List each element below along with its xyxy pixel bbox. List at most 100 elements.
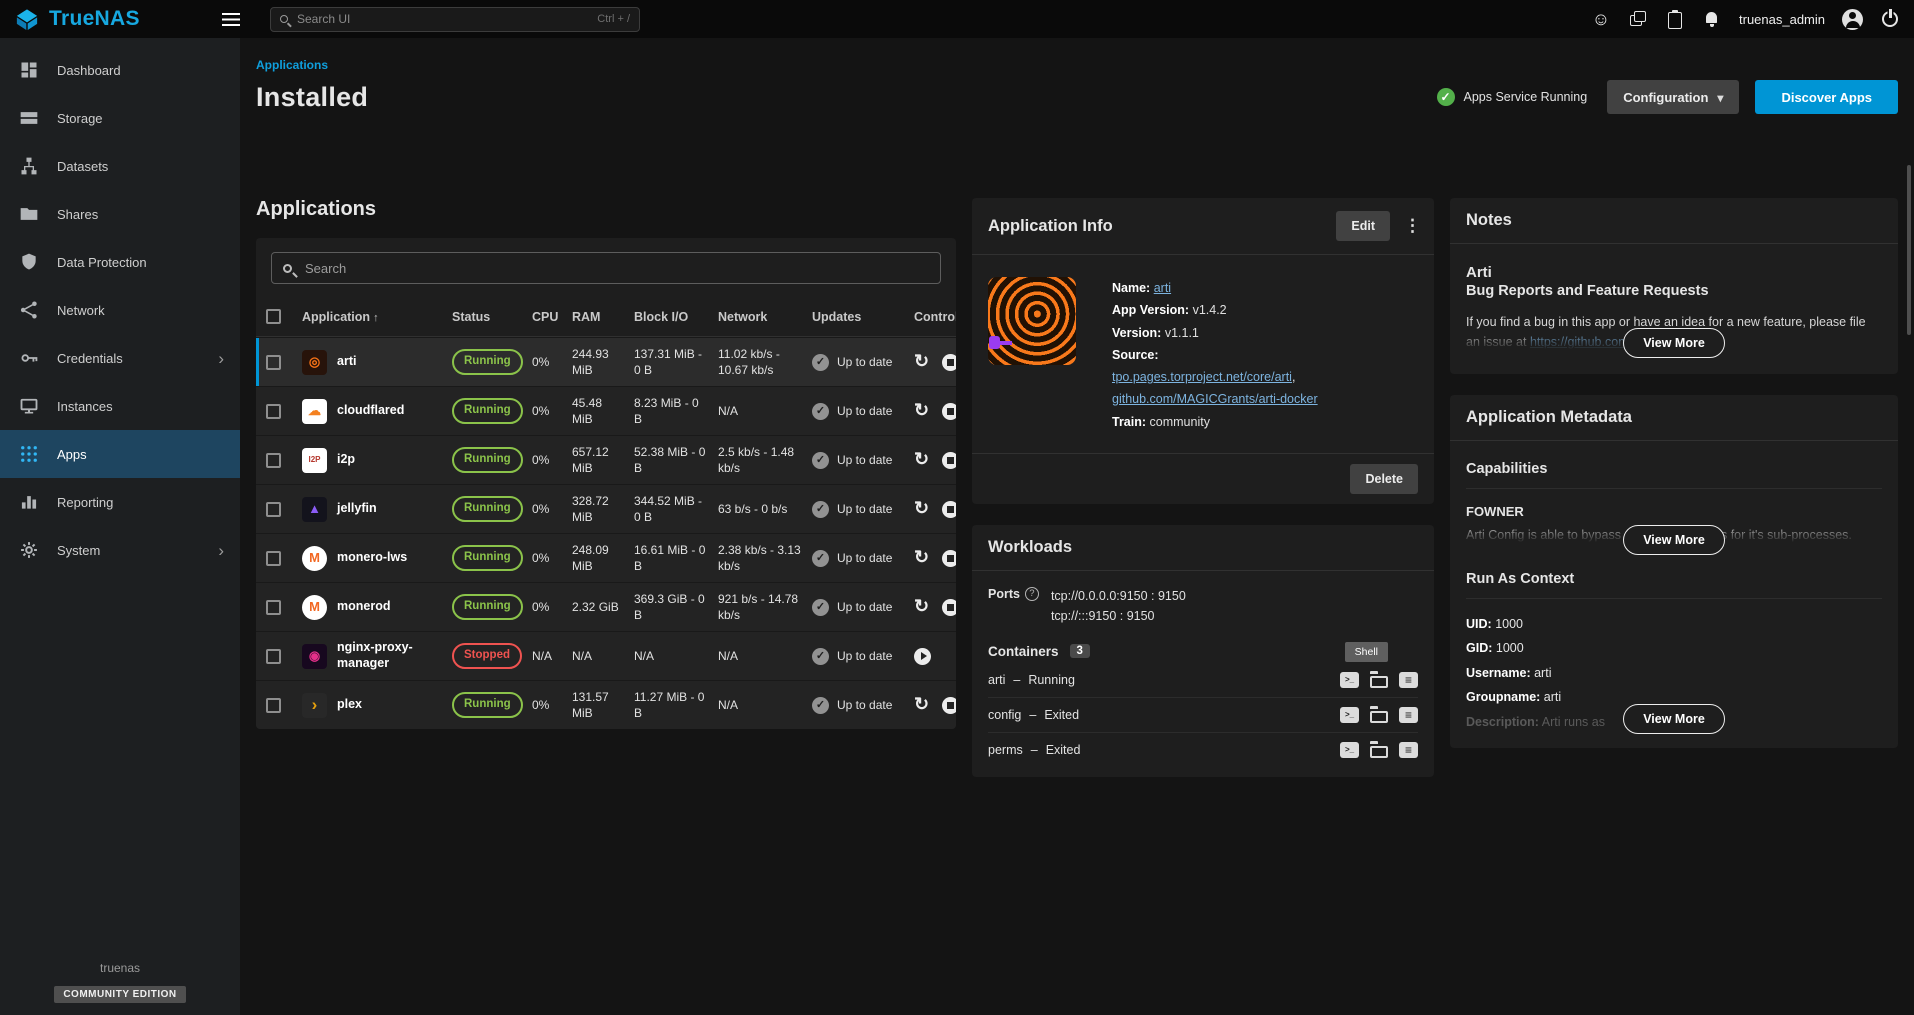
table-row-monero-lws[interactable]: Mmonero-lws Running 0% 248.09 MiB 16.61 …: [256, 533, 956, 582]
row-checkbox[interactable]: [266, 649, 281, 664]
topbar-actions: truenas_admin: [1591, 9, 1900, 30]
table-row-i2p[interactable]: I2Pi2p Running 0% 657.12 MiB 52.38 MiB -…: [256, 435, 956, 484]
stop-app-button[interactable]: [942, 452, 956, 469]
stop-app-button[interactable]: [942, 501, 956, 518]
power-icon[interactable]: [1880, 9, 1900, 29]
app-name-link[interactable]: arti: [1154, 281, 1171, 295]
row-checkbox[interactable]: [266, 404, 281, 419]
ram-value: 131.57 MiB: [572, 689, 634, 721]
feedback-icon[interactable]: [1591, 9, 1611, 29]
global-search-input[interactable]: [295, 11, 590, 27]
port-mapping: tcp://:::9150 : 9150: [1051, 606, 1186, 626]
select-all-checkbox[interactable]: [266, 309, 281, 324]
stop-app-button[interactable]: [942, 697, 956, 714]
block-io-value: 52.38 MiB - 0 B: [634, 444, 718, 476]
sidebar-item-data-protection[interactable]: Data Protection: [0, 238, 240, 286]
global-search[interactable]: Ctrl + /: [270, 7, 640, 32]
row-checkbox[interactable]: [266, 502, 281, 517]
restart-app-button[interactable]: [914, 695, 929, 715]
capabilities-view-more-button[interactable]: View More: [1623, 525, 1725, 555]
container-row-config: config–Exited: [988, 697, 1418, 732]
sidebar-item-datasets[interactable]: Datasets: [0, 142, 240, 190]
row-checkbox[interactable]: [266, 698, 281, 713]
jobs-icon[interactable]: [1665, 9, 1685, 29]
delete-button[interactable]: Delete: [1350, 464, 1418, 494]
table-row-monerod[interactable]: Mmonerod Running 0% 2.32 GiB 369.3 GiB -…: [256, 582, 956, 631]
page-title: Installed: [256, 82, 368, 113]
menu-icon[interactable]: [222, 13, 240, 26]
scrollbar[interactable]: [1907, 165, 1911, 335]
sidebar-item-system[interactable]: System: [0, 526, 240, 574]
sidebar-item-label: Reporting: [57, 495, 113, 510]
username[interactable]: truenas_admin: [1739, 12, 1825, 27]
sidebar-item-shares[interactable]: Shares: [0, 190, 240, 238]
username-field: Username: arti: [1466, 661, 1882, 685]
logs-icon[interactable]: [1399, 742, 1418, 758]
sidebar-item-dashboard[interactable]: Dashboard: [0, 46, 240, 94]
shell-icon[interactable]: [1340, 672, 1359, 688]
restart-app-button[interactable]: [914, 597, 929, 617]
help-icon[interactable]: [1025, 587, 1039, 601]
container-state: Exited: [1046, 743, 1081, 757]
browse-folder-icon[interactable]: [1370, 711, 1388, 723]
sidebar-item-instances[interactable]: Instances: [0, 382, 240, 430]
table-row-arti[interactable]: ◎arti Running 0% 244.93 MiB 137.31 MiB -…: [256, 337, 956, 386]
stop-app-button[interactable]: [942, 354, 956, 371]
table-row-plex[interactable]: ›plex Running 0% 131.57 MiB 11.27 MiB - …: [256, 680, 956, 729]
edit-button[interactable]: Edit: [1336, 211, 1390, 241]
shell-tooltip: Shell: [1345, 642, 1388, 662]
sidebar-item-storage[interactable]: Storage: [0, 94, 240, 142]
app-name: monerod: [337, 599, 390, 615]
jellyfin-logo-icon: ▲: [302, 497, 327, 522]
sidebar-item-apps[interactable]: Apps: [0, 430, 240, 478]
sidebar-item-network[interactable]: Network: [0, 286, 240, 334]
source-link-github[interactable]: github.com/MAGICGrants/arti-docker: [1112, 392, 1318, 406]
discover-apps-button[interactable]: Discover Apps: [1755, 80, 1898, 114]
restart-app-button[interactable]: [914, 548, 929, 568]
run-as-view-more-button[interactable]: View More: [1623, 704, 1725, 734]
updates-label: Up to date: [837, 501, 892, 517]
breadcrumb[interactable]: Applications: [256, 58, 1898, 72]
browse-folder-icon[interactable]: [1370, 746, 1388, 758]
app-version-value: v1.4.2: [1193, 303, 1227, 317]
restart-app-button[interactable]: [914, 401, 929, 421]
restart-app-button[interactable]: [914, 352, 929, 372]
stop-app-button[interactable]: [942, 403, 956, 420]
apps-search-input[interactable]: [303, 260, 929, 277]
start-app-button[interactable]: [914, 648, 931, 665]
truenas-brand[interactable]: TrueNAS: [14, 7, 206, 31]
logs-icon[interactable]: [1399, 707, 1418, 723]
monero-lws-logo-icon: M: [302, 546, 327, 571]
sidebar-item-reporting[interactable]: Reporting: [0, 478, 240, 526]
table-row-cloudflared[interactable]: ☁cloudflared Running 0% 45.48 MiB 8.23 M…: [256, 386, 956, 435]
ram-value: 657.12 MiB: [572, 444, 634, 476]
alerts-bell-icon[interactable]: [1702, 9, 1722, 29]
restart-app-button[interactable]: [914, 450, 929, 470]
column-header-application[interactable]: Application: [302, 310, 452, 324]
stop-app-button[interactable]: [942, 550, 956, 567]
shell-icon[interactable]: [1340, 707, 1359, 723]
row-checkbox[interactable]: [266, 355, 281, 370]
restart-app-button[interactable]: [914, 499, 929, 519]
kebab-menu-icon[interactable]: [1404, 216, 1418, 236]
train-label: Train:: [1112, 415, 1146, 429]
source-link-torproject[interactable]: tpo.pages.torproject.net/core/arti: [1112, 370, 1292, 384]
row-checkbox[interactable]: [266, 551, 281, 566]
apps-stack-icon[interactable]: [1628, 9, 1648, 29]
column-header-cpu: CPU: [532, 310, 572, 324]
row-checkbox[interactable]: [266, 600, 281, 615]
uid-field: UID: 1000: [1466, 612, 1882, 636]
train-value: community: [1150, 415, 1210, 429]
row-checkbox[interactable]: [266, 453, 281, 468]
table-row-jellyfin[interactable]: ▲jellyfin Running 0% 328.72 MiB 344.52 M…: [256, 484, 956, 533]
browse-folder-icon[interactable]: [1370, 676, 1388, 688]
sidebar-item-credentials[interactable]: Credentials: [0, 334, 240, 382]
logs-icon[interactable]: [1399, 672, 1418, 688]
shell-icon[interactable]: [1340, 742, 1359, 758]
stop-app-button[interactable]: [942, 599, 956, 616]
notes-view-more-button[interactable]: View More: [1623, 328, 1725, 358]
table-row-nginx-proxy-manager[interactable]: ◉nginx-proxy-manager Stopped N/A N/A N/A…: [256, 631, 956, 680]
apps-search[interactable]: [271, 252, 941, 284]
configuration-button[interactable]: Configuration: [1607, 80, 1739, 114]
user-avatar-icon[interactable]: [1842, 9, 1863, 30]
